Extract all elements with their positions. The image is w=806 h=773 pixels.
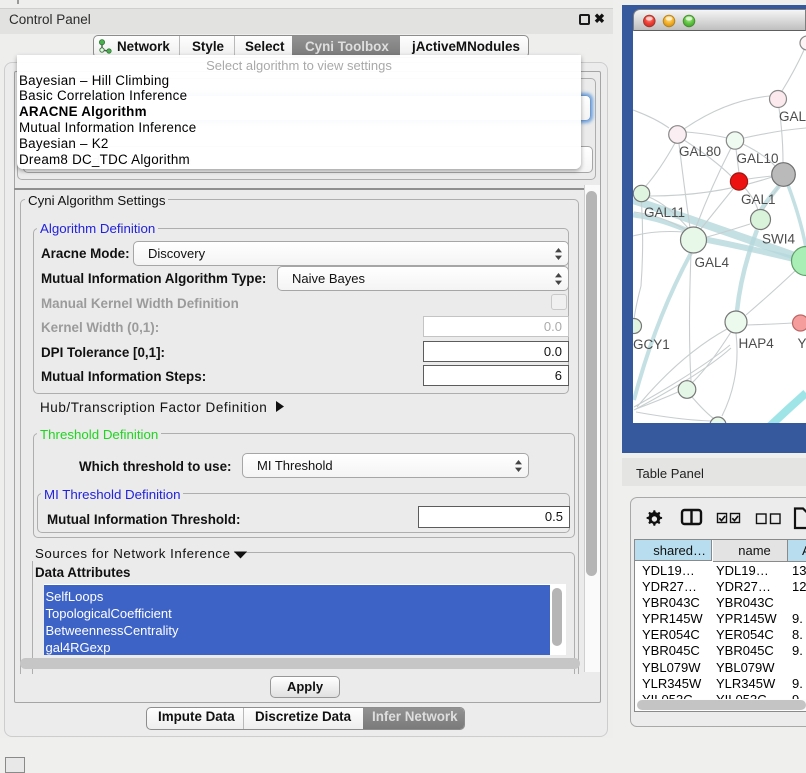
svg-text:GAL4: GAL4 [695, 255, 730, 270]
svg-text:GAL80: GAL80 [679, 144, 721, 159]
svg-text:GAL10: GAL10 [737, 151, 779, 166]
svg-text:YM: YM [798, 336, 806, 351]
svg-text:GAL11: GAL11 [644, 205, 685, 220]
svg-text:SWI4: SWI4 [762, 232, 795, 247]
svg-text:HAP4: HAP4 [739, 336, 775, 351]
svg-text:GAL7: GAL7 [779, 109, 806, 124]
svg-text:GCY1: GCY1 [633, 337, 670, 352]
svg-text:GAL1: GAL1 [741, 192, 776, 207]
